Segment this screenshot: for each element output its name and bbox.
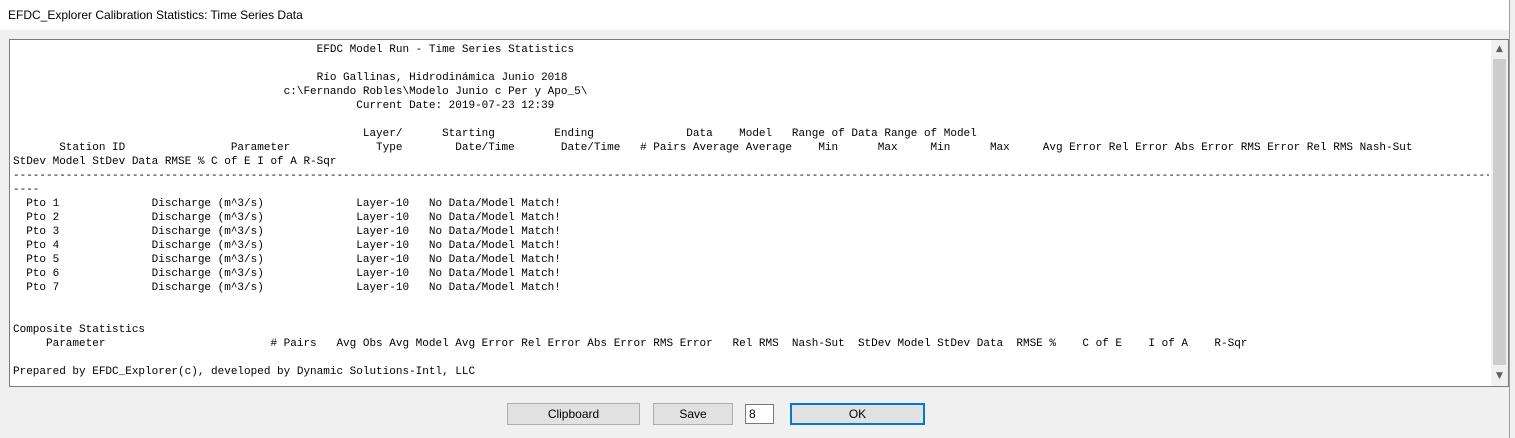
report-line: Composite Statistics xyxy=(13,324,146,336)
report-line: Station ID Parameter Type Date/Time Date… xyxy=(13,142,1413,154)
report-line: Current Date: 2019-07-23 12:39 xyxy=(13,100,555,112)
report-line: Pto 3 Discharge (m^3/s) Layer-10 No Data… xyxy=(13,226,561,238)
report-line xyxy=(13,309,1489,323)
report-line xyxy=(13,57,1489,71)
report-line: StDev Model StDev Data RMSE % C of E I o… xyxy=(13,156,337,168)
report-line: Prepared by EFDC_Explorer(c), developed … xyxy=(13,366,476,378)
report-line: ----------------------------------------… xyxy=(13,170,1489,182)
report-line: Pto 4 Discharge (m^3/s) Layer-10 No Data… xyxy=(13,240,561,252)
report-text-area[interactable]: EFDC Model Run - Time Series Statistics … xyxy=(9,39,1509,387)
report-line: Parameter # Pairs Avg Obs Avg Model Avg … xyxy=(13,338,1248,350)
report-line: EFDC Model Run - Time Series Statistics xyxy=(13,44,575,56)
report-line: ---- xyxy=(13,184,40,196)
scroll-up-icon[interactable]: ▲ xyxy=(1491,41,1508,58)
precision-input[interactable] xyxy=(745,404,774,424)
report-line: Pto 2 Discharge (m^3/s) Layer-10 No Data… xyxy=(13,212,561,224)
report-line: Pto 5 Discharge (m^3/s) Layer-10 No Data… xyxy=(13,254,561,266)
report-line xyxy=(13,351,1489,365)
report-line: Río Gallinas, Hidrodinámica Junio 2018 xyxy=(13,72,568,84)
report-line xyxy=(13,113,1489,127)
report-line: Pto 6 Discharge (m^3/s) Layer-10 No Data… xyxy=(13,268,561,280)
title-bar[interactable]: EFDC_Explorer Calibration Statistics: Ti… xyxy=(0,0,1509,30)
statistics-window: EFDC_Explorer Calibration Statistics: Ti… xyxy=(0,0,1510,438)
save-button[interactable]: Save xyxy=(653,403,733,425)
scroll-down-icon[interactable]: ▼ xyxy=(1491,368,1508,385)
report-content: EFDC Model Run - Time Series Statistics … xyxy=(13,43,1489,379)
window-title: EFDC_Explorer Calibration Statistics: Ti… xyxy=(8,8,303,22)
report-line: Pto 7 Discharge (m^3/s) Layer-10 No Data… xyxy=(13,282,561,294)
report-line xyxy=(13,295,1489,309)
ok-button[interactable]: OK xyxy=(790,403,925,425)
vertical-scrollbar[interactable]: ▲ ▼ xyxy=(1491,40,1508,386)
report-line: Pto 1 Discharge (m^3/s) Layer-10 No Data… xyxy=(13,198,561,210)
report-line: Layer/ Starting Ending Data Model Range … xyxy=(13,128,977,140)
report-line: c:\Fernando Robles\Modelo Junio c Per y … xyxy=(13,86,588,98)
clipboard-button[interactable]: Clipboard xyxy=(507,403,640,425)
scroll-thumb[interactable] xyxy=(1493,59,1506,365)
